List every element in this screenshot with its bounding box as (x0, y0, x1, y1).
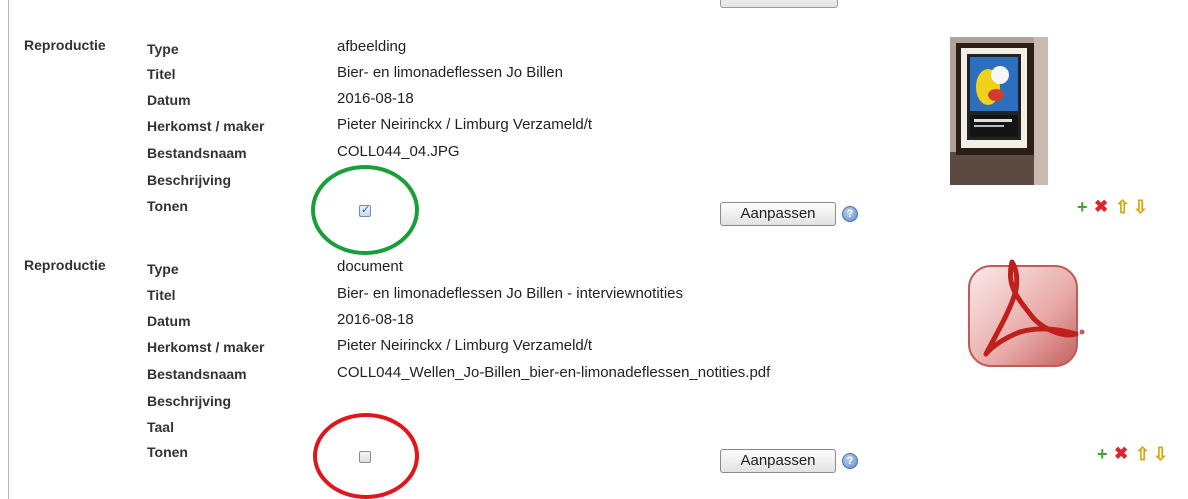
field-label-description: Beschrijving (147, 172, 232, 188)
edit-button[interactable]: Aanpassen (720, 202, 836, 226)
field-label-date: Datum (147, 313, 191, 329)
field-label-type: Type (147, 41, 179, 57)
field-label-filename: Bestandsnaam (147, 366, 247, 382)
left-border (8, 0, 9, 499)
field-label-origin: Herkomst / maker (147, 339, 265, 355)
field-label-title: Titel (147, 287, 176, 303)
field-value-title: Bier- en limonadeflessen Jo Billen (337, 64, 563, 81)
field-label-description: Beschrijving (147, 393, 232, 409)
field-value-filename: COLL044_04.JPG (337, 143, 460, 160)
thumbnail-image[interactable] (950, 37, 1048, 185)
green-circle-annotation (311, 165, 419, 255)
field-label-show: Tonen (147, 198, 188, 214)
delete-icon[interactable]: ✖ (1094, 198, 1108, 215)
field-label-filename: Bestandsnaam (147, 145, 247, 161)
pdf-icon (968, 259, 1085, 367)
field-label-language: Taal (147, 419, 174, 435)
field-label-title: Titel (147, 66, 176, 82)
field-value-title: Bier- en limonadeflessen Jo Billen - int… (337, 285, 683, 302)
field-value-type: afbeelding (337, 38, 407, 55)
move-up-icon[interactable]: ⇧ (1135, 445, 1150, 463)
move-down-icon[interactable]: ⇩ (1133, 198, 1148, 216)
help-icon[interactable]: ? (842, 206, 858, 222)
field-value-type: document (337, 258, 403, 275)
move-up-icon[interactable]: ⇧ (1115, 198, 1130, 216)
field-label-date: Datum (147, 92, 191, 108)
field-value-origin: Pieter Neirinckx / Limburg Verzameld/t (337, 116, 593, 133)
field-value-filename: COLL044_Wellen_Jo-Billen_bier-en-limonad… (337, 364, 771, 381)
edit-button[interactable]: Aanpassen (720, 449, 836, 473)
field-value-date: 2016-08-18 (337, 311, 414, 328)
section-label: Reproductie (24, 37, 106, 53)
field-value-origin: Pieter Neirinckx / Limburg Verzameld/t (337, 337, 593, 354)
field-label-show: Tonen (147, 444, 188, 460)
field-value-date: 2016-08-18 (337, 90, 414, 107)
delete-icon[interactable]: ✖ (1114, 445, 1128, 462)
pdf-thumbnail[interactable] (966, 256, 1088, 374)
previous-edit-button-partial[interactable] (720, 0, 838, 8)
add-icon[interactable]: + (1097, 445, 1108, 463)
section-label: Reproductie (24, 257, 106, 273)
framed-poster-photo (950, 37, 1048, 185)
field-label-origin: Herkomst / maker (147, 118, 265, 134)
add-icon[interactable]: + (1077, 198, 1088, 216)
red-circle-annotation (313, 413, 419, 499)
help-icon[interactable]: ? (842, 453, 858, 469)
move-down-icon[interactable]: ⇩ (1153, 445, 1168, 463)
field-label-type: Type (147, 261, 179, 277)
